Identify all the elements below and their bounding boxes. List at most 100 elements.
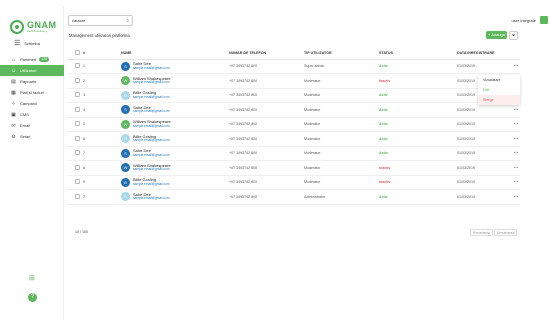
user-email[interactable]: sample.email@gmail.com bbox=[133, 197, 170, 201]
user-email[interactable]: sample.email@gmail.com bbox=[133, 168, 171, 172]
row-number: 7 bbox=[83, 189, 121, 205]
status-badge: Activ bbox=[379, 102, 457, 118]
user-type: Super admin bbox=[304, 59, 379, 74]
sidebar-item-label: Rapoarte bbox=[20, 79, 37, 84]
row-checkbox[interactable] bbox=[75, 179, 80, 185]
more-icon[interactable]: ⋯ bbox=[512, 160, 520, 176]
menu-toggle[interactable]: ☰ Schimba bbox=[14, 39, 40, 47]
status-badge: Activ bbox=[379, 59, 457, 74]
user-type: Moderator bbox=[304, 88, 379, 103]
user-phone: +07 3493742 800 bbox=[229, 189, 304, 205]
table-row[interactable]: 2 W William Shakespeare sample.email@gmail.… bbox=[67, 73, 520, 89]
row-number: 3 bbox=[83, 88, 121, 103]
more-icon[interactable]: ⋯ bbox=[512, 59, 520, 74]
select-all-checkbox[interactable] bbox=[75, 49, 80, 55]
row-checkbox[interactable] bbox=[75, 150, 80, 156]
user-email[interactable]: sample.email@gmail.com bbox=[133, 81, 171, 85]
user-type: Moderator bbox=[304, 73, 379, 89]
row-checkbox[interactable] bbox=[75, 106, 80, 112]
table-row[interactable]: 4 S Sahe Dee sample.email@gmail.com +07 3493… bbox=[67, 102, 520, 118]
row-checkbox[interactable] bbox=[75, 77, 80, 83]
menu-item-view[interactable]: Vizualizare bbox=[478, 75, 520, 85]
user-phone: +07 3493742 800 bbox=[229, 131, 304, 147]
logo[interactable]: GNAM food & delivery bbox=[10, 16, 57, 38]
menu-item-edit[interactable]: Edit bbox=[478, 85, 520, 95]
more-icon[interactable]: ⋯ bbox=[512, 117, 520, 132]
avatar: B bbox=[121, 134, 130, 144]
user-phone: +07 3493742 800 bbox=[229, 88, 304, 103]
user-phone: +07 3493742 800 bbox=[229, 160, 304, 176]
registration-date: 01/03/2019 bbox=[457, 160, 512, 176]
status-badge: Inactiv bbox=[379, 175, 457, 190]
hamburger-icon: ☰ bbox=[14, 40, 21, 47]
col-header-type[interactable]: TIP UTILIZATOR bbox=[304, 47, 379, 60]
more-icon[interactable]: ⋯ bbox=[512, 146, 520, 161]
sidebar-item-parteneri[interactable]: ⌂ Parteneri 120 bbox=[0, 54, 64, 65]
grid-icon[interactable]: ⊞ bbox=[29, 274, 35, 282]
search-input[interactable]: cautare ⌕ bbox=[68, 15, 133, 26]
table-row[interactable]: 1 S Sahe Dee sample.email@gmail.com +07 3493… bbox=[67, 59, 520, 74]
sidebar-item-campanii[interactable]: ✧ Campanii bbox=[0, 98, 64, 109]
row-checkbox[interactable] bbox=[75, 121, 80, 127]
sidebar-item-label: Email bbox=[20, 123, 31, 128]
table-row[interactable]: 3 B Billie Gosling sample.email@gmail.com +0… bbox=[67, 88, 520, 103]
filter-icon[interactable]: ⏷ bbox=[509, 31, 518, 40]
row-checkbox[interactable] bbox=[75, 164, 80, 170]
col-header-status[interactable]: STATUS bbox=[379, 47, 457, 60]
row-number: 5 bbox=[83, 117, 121, 132]
user-email[interactable]: sample.email@gmail.com bbox=[133, 95, 170, 100]
row-count: 10 / 100 bbox=[75, 230, 88, 234]
sidebar-item-email[interactable]: ✉ Email bbox=[0, 120, 64, 131]
campaign-icon: ✧ bbox=[11, 100, 16, 107]
table-row[interactable]: 6 B Billie Gosling sample.email@gmail.com +0… bbox=[67, 131, 520, 147]
user-email[interactable]: sample.email@gmail.com bbox=[133, 66, 170, 71]
user-menu[interactable]: user integrate bbox=[512, 16, 548, 24]
sidebar-item-setari[interactable]: ⚙ Setari bbox=[0, 131, 64, 142]
sidebar-item-plati-si-facturi[interactable]: ▦ Plati si facturi bbox=[0, 87, 64, 98]
col-header-name[interactable]: NUME bbox=[121, 47, 229, 60]
add-user-button[interactable]: + Adauga bbox=[486, 31, 507, 39]
mail-icon: ✉ bbox=[11, 122, 16, 129]
help-icon[interactable]: ? bbox=[28, 293, 37, 302]
table-row[interactable]: 9 B Billie Gosling sample.email@gmail.com +0… bbox=[67, 175, 520, 190]
user-email[interactable]: sample.email@gmail.com bbox=[133, 182, 170, 187]
table-row[interactable]: 5 W William Shakespeare sample.email@gmail.… bbox=[67, 117, 520, 132]
table-footer: 10 / 100 Precedenta Urmatoarea bbox=[67, 226, 520, 240]
sidebar-item-utilizatori[interactable]: ☺ Utilizatori bbox=[0, 65, 64, 76]
sidebar-item-rapoarte[interactable]: ▤ Rapoarte bbox=[0, 76, 64, 87]
search-icon[interactable]: ⌕ bbox=[126, 17, 129, 26]
user-email[interactable]: sample.email@gmail.com bbox=[133, 153, 170, 158]
table-row[interactable]: 7 S Sahe Dee sample.email@gmail.com +07 3493… bbox=[67, 146, 520, 161]
status-badge: Activ bbox=[379, 131, 457, 147]
status-badge: Activ bbox=[379, 146, 457, 161]
report-icon: ▤ bbox=[11, 78, 16, 85]
table-row[interactable]: 7 S Sahe Dee sample.email@gmail.com +07 3493… bbox=[67, 189, 520, 205]
more-icon[interactable]: ⋯ bbox=[512, 189, 520, 205]
avatar: W bbox=[121, 163, 130, 173]
col-header-phone[interactable]: NUMAR DE TELEFON bbox=[229, 47, 304, 60]
table-row[interactable]: 8 W William Shakespeare sample.email@gmail.… bbox=[67, 160, 520, 176]
table-header-row: # NUME NUMAR DE TELEFON TIP UTILIZATOR S… bbox=[67, 47, 520, 60]
more-icon[interactable]: ⋯ bbox=[512, 175, 520, 190]
row-checkbox[interactable] bbox=[75, 135, 80, 141]
col-header-number[interactable]: # bbox=[83, 47, 121, 60]
prev-page-button[interactable]: Precedenta bbox=[470, 229, 493, 236]
more-icon[interactable]: ⋯ bbox=[512, 131, 520, 147]
row-checkbox[interactable] bbox=[75, 193, 80, 199]
avatar bbox=[540, 16, 548, 24]
sidebar-item-cms[interactable]: ▣ CMS bbox=[0, 109, 64, 120]
next-page-button[interactable]: Urmatoarea bbox=[494, 229, 518, 236]
user-type: Moderator bbox=[304, 131, 379, 147]
user-email[interactable]: sample.email@gmail.com bbox=[133, 124, 171, 129]
user-type: Administrator bbox=[304, 189, 379, 205]
row-checkbox[interactable] bbox=[75, 63, 80, 69]
settings-icon: ⚙ bbox=[11, 133, 16, 140]
user-email[interactable]: sample.email@gmail.com bbox=[133, 110, 170, 114]
row-checkbox[interactable] bbox=[75, 92, 80, 98]
menu-item-delete[interactable]: Sterge bbox=[478, 95, 520, 105]
status-badge: Activ bbox=[379, 88, 457, 103]
status-badge: Inactiv bbox=[379, 73, 457, 89]
user-type: Moderator bbox=[304, 160, 379, 176]
user-email[interactable]: sample.email@gmail.com bbox=[133, 139, 170, 143]
col-header-date[interactable]: DATA INREGISTRARE bbox=[457, 47, 512, 60]
